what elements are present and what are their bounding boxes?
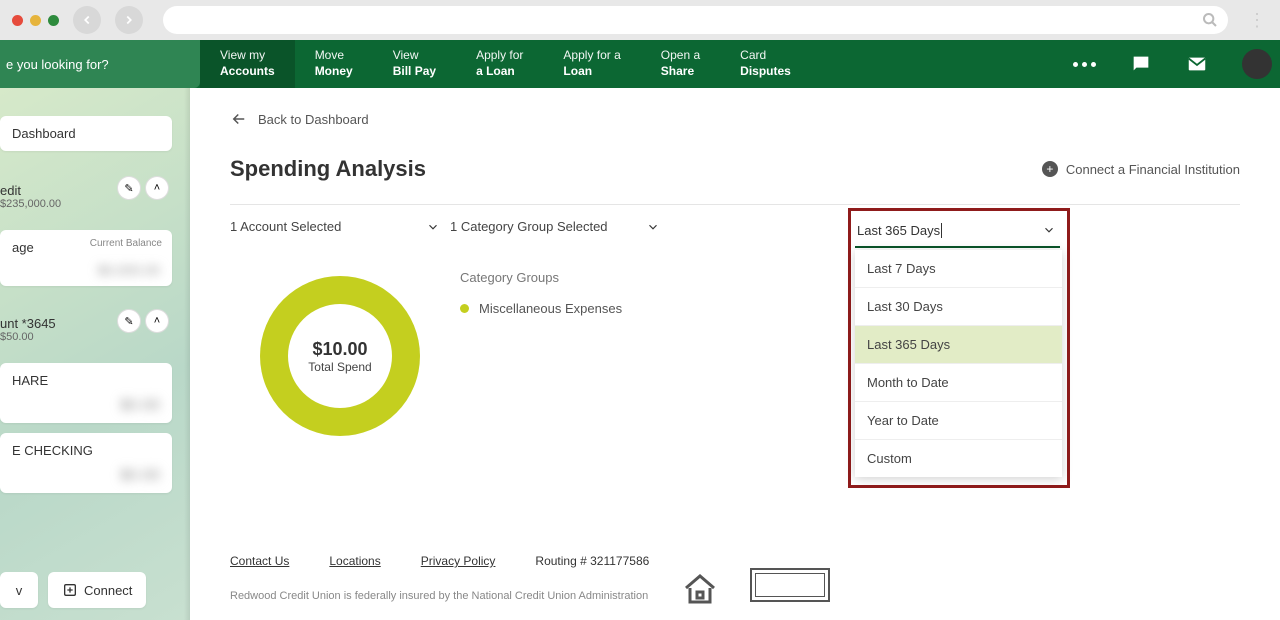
- footer-badges: [680, 568, 830, 602]
- sidebar-dashboard[interactable]: Dashboard: [0, 116, 172, 151]
- page-title: Spending Analysis: [230, 156, 426, 182]
- routing-number: Routing # 321177586: [535, 554, 649, 568]
- browser-chrome: ⋮: [0, 0, 1280, 40]
- browser-back-button[interactable]: [73, 6, 101, 34]
- edit-icon[interactable]: ✎: [118, 310, 140, 332]
- content-area: Dashboard ✎ ˄ edit $235,000.00 Current B…: [0, 88, 1280, 620]
- sidebar-credit[interactable]: ✎ ˄ edit $235,000.00: [0, 173, 172, 220]
- category-legend: Category Groups Miscellaneous Expenses: [450, 258, 622, 436]
- arrow-left-icon: [230, 110, 248, 128]
- search-icon[interactable]: [1202, 12, 1218, 28]
- search-placeholder: e you looking for?: [6, 57, 109, 72]
- connect-icon: [62, 582, 78, 598]
- donut-ring: $10.00 Total Spend: [260, 276, 420, 436]
- sidebar-share-card[interactable]: HARE $0.00: [0, 363, 172, 423]
- mail-icon[interactable]: [1186, 53, 1208, 75]
- chat-icon[interactable]: [1130, 53, 1152, 75]
- category-item-misc[interactable]: Miscellaneous Expenses: [460, 301, 622, 316]
- nav-bill-pay[interactable]: View Bill Pay: [373, 40, 456, 88]
- masked-balance: $0.00: [120, 397, 160, 415]
- primary-nav: e you looking for? View my Accounts Move…: [0, 40, 1280, 88]
- ncua-badge-icon: [750, 568, 830, 602]
- dd-option-ytd[interactable]: Year to Date: [855, 402, 1062, 440]
- connect-button[interactable]: Connect: [48, 572, 146, 608]
- connect-institution[interactable]: + Connect a Financial Institution: [1042, 161, 1240, 177]
- global-search[interactable]: e you looking for?: [0, 40, 200, 88]
- main-panel: Back to Dashboard Spending Analysis + Co…: [190, 88, 1280, 620]
- donut-chart: $10.00 Total Spend: [230, 258, 450, 436]
- nav-apply-loan-a[interactable]: Apply for a Loan: [456, 40, 543, 88]
- footer-contact[interactable]: Contact Us: [230, 554, 289, 568]
- back-to-dashboard[interactable]: Back to Dashboard: [230, 110, 1240, 128]
- total-spend-label: Total Spend: [308, 360, 371, 374]
- more-menu-icon[interactable]: [1073, 62, 1096, 67]
- sidebar: Dashboard ✎ ˄ edit $235,000.00 Current B…: [0, 88, 190, 620]
- nav-utilities: [1073, 40, 1280, 88]
- sidebar-checking-card[interactable]: E CHECKING $0.00: [0, 433, 172, 493]
- dd-option-custom[interactable]: Custom: [855, 440, 1062, 477]
- legend-dot-icon: [460, 304, 469, 313]
- chevron-down-icon: [426, 220, 440, 234]
- edit-icon[interactable]: ✎: [118, 177, 140, 199]
- masked-balance: $0.00: [120, 467, 160, 485]
- window-controls: [12, 15, 59, 26]
- chevron-up-icon[interactable]: ˄: [146, 177, 168, 199]
- plus-circle-icon: +: [1042, 161, 1058, 177]
- analysis-body: $10.00 Total Spend Category Groups Misce…: [230, 258, 1240, 436]
- filter-accounts[interactable]: 1 Account Selected: [230, 205, 450, 248]
- avatar[interactable]: [1242, 49, 1272, 79]
- sidebar-account-3645[interactable]: ✎ ˄ unt *3645 $50.00: [0, 306, 172, 353]
- chevron-down-icon: [646, 220, 660, 234]
- close-window-icon[interactable]: [12, 15, 23, 26]
- footer: Contact Us Locations Privacy Policy Rout…: [230, 554, 1240, 602]
- sidebar-age-card[interactable]: Current Balance age $0,000.00: [0, 230, 172, 286]
- sidebar-actions: v Connect: [0, 572, 178, 608]
- masked-balance: $0,000.00: [98, 262, 160, 278]
- nav-move-money[interactable]: Move Money: [295, 40, 373, 88]
- dd-option-mtd[interactable]: Month to Date: [855, 364, 1062, 402]
- date-range-dropdown: Last 7 Days Last 30 Days Last 365 Days M…: [855, 250, 1062, 477]
- total-spend-amount: $10.00: [308, 339, 371, 360]
- footer-privacy[interactable]: Privacy Policy: [421, 554, 496, 568]
- date-range-field[interactable]: Last 365 Days: [855, 218, 1060, 248]
- browser-forward-button[interactable]: [115, 6, 143, 34]
- nav-apply-loan-b[interactable]: Apply for a Loan: [543, 40, 640, 88]
- browser-menu-icon[interactable]: ⋮: [1248, 10, 1268, 31]
- footer-locations[interactable]: Locations: [329, 554, 380, 568]
- filter-row: 1 Account Selected 1 Category Group Sele…: [230, 205, 1240, 248]
- filter-categories[interactable]: 1 Category Group Selected: [450, 205, 670, 248]
- equal-housing-icon: [680, 572, 722, 602]
- maximize-window-icon[interactable]: [48, 15, 59, 26]
- dd-option-30[interactable]: Last 30 Days: [855, 288, 1062, 326]
- footer-links: Contact Us Locations Privacy Policy Rout…: [230, 554, 1240, 568]
- sidebar-action-left[interactable]: v: [0, 572, 38, 608]
- url-bar[interactable]: [163, 6, 1228, 34]
- nav-open-share[interactable]: Open a Share: [641, 40, 720, 88]
- minimize-window-icon[interactable]: [30, 15, 41, 26]
- nav-accounts[interactable]: View my Accounts: [200, 40, 295, 88]
- nav-card-disputes[interactable]: Card Disputes: [720, 40, 811, 88]
- chevron-down-icon: [1042, 223, 1056, 237]
- title-row: Spending Analysis + Connect a Financial …: [230, 156, 1240, 205]
- dd-option-7[interactable]: Last 7 Days: [855, 250, 1062, 288]
- category-heading: Category Groups: [460, 270, 622, 285]
- chevron-up-icon[interactable]: ˄: [146, 310, 168, 332]
- dd-option-365[interactable]: Last 365 Days: [855, 326, 1062, 364]
